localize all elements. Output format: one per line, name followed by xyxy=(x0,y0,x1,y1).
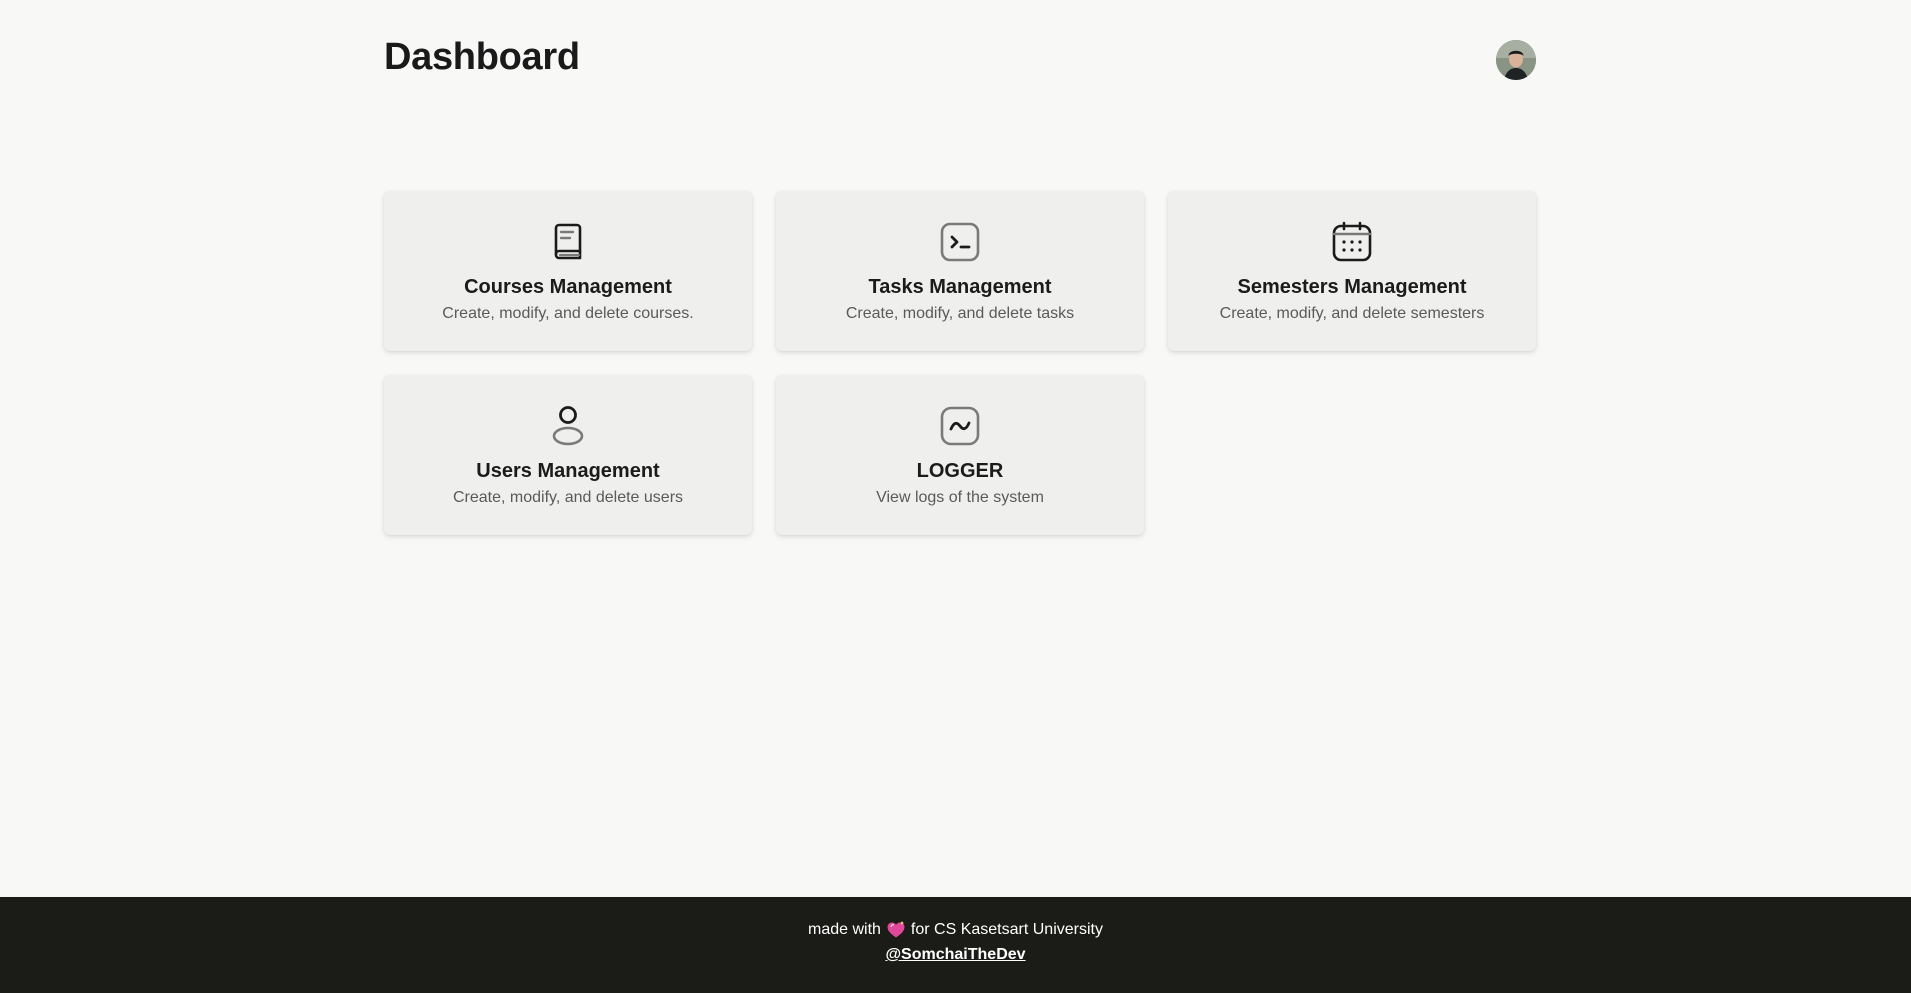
card-description: Create, modify, and delete semesters xyxy=(1219,305,1485,322)
avatar-photo-icon xyxy=(1496,40,1536,80)
management-cards-grid: Courses Management Create, modify, and d… xyxy=(384,191,1536,535)
footer: made with for CS Kasetsart University @S… xyxy=(0,897,1911,993)
page-title: Dashboard xyxy=(384,36,580,78)
book-icon xyxy=(546,220,590,264)
calendar-icon xyxy=(1330,220,1374,264)
tasks-management-card[interactable]: Tasks Management Create, modify, and del… xyxy=(776,191,1144,351)
logger-card[interactable]: LOGGER View logs of the system xyxy=(776,375,1144,535)
footer-text-after: for CS Kasetsart University xyxy=(910,921,1103,938)
courses-management-card[interactable]: Courses Management Create, modify, and d… xyxy=(384,191,752,351)
footer-text-before: made with xyxy=(808,921,881,938)
terminal-icon xyxy=(938,220,982,264)
semesters-management-card[interactable]: Semesters Management Create, modify, and… xyxy=(1168,191,1536,351)
card-description: Create, modify, and delete courses. xyxy=(442,305,694,322)
card-title: Users Management xyxy=(476,460,660,482)
card-title: LOGGER xyxy=(916,460,1004,482)
activity-icon xyxy=(938,404,982,448)
card-description: View logs of the system xyxy=(876,489,1044,506)
card-title: Semesters Management xyxy=(1237,276,1467,298)
card-title: Courses Management xyxy=(464,276,672,298)
avatar[interactable] xyxy=(1496,40,1536,80)
card-description: Create, modify, and delete tasks xyxy=(845,305,1075,322)
sparkling-heart-icon xyxy=(886,920,906,940)
card-title: Tasks Management xyxy=(868,276,1052,298)
header: Dashboard xyxy=(384,0,1536,120)
footer-credit: made with for CS Kasetsart University xyxy=(0,920,1911,940)
dashboard-page: Dashboard Courses Management Create, mod… xyxy=(384,0,1536,535)
users-management-card[interactable]: Users Management Create, modify, and del… xyxy=(384,375,752,535)
author-link[interactable]: @SomchaiTheDev xyxy=(0,946,1911,964)
card-description: Create, modify, and delete users xyxy=(452,489,684,506)
user-icon xyxy=(546,404,590,448)
